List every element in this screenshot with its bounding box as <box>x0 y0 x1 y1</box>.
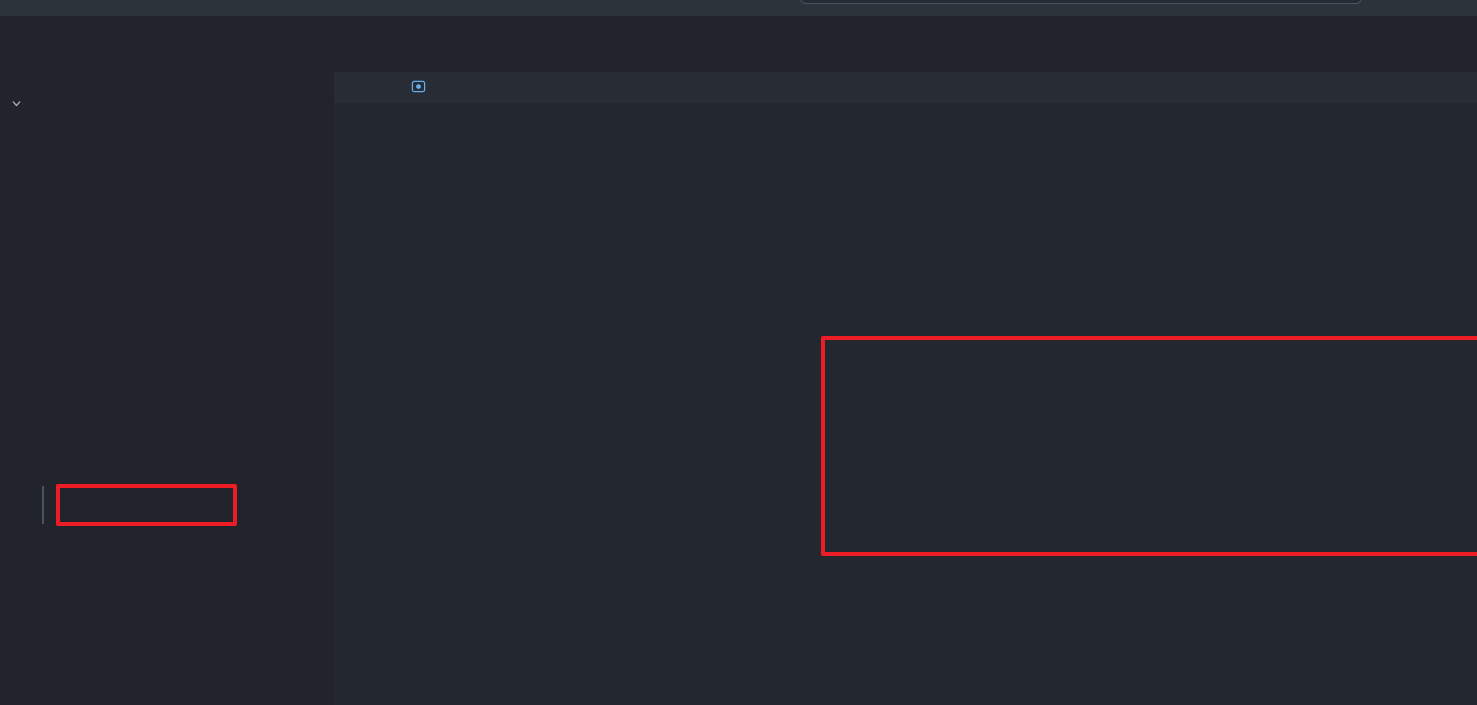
explorer-header <box>0 16 334 68</box>
title-bar <box>0 0 1477 16</box>
vscode-window <box>0 0 1477 705</box>
editor-area <box>334 16 1477 705</box>
explorer-root-folder[interactable] <box>0 88 334 118</box>
breadcrumb <box>334 72 1477 103</box>
menu-bar[interactable] <box>6 0 214 2</box>
active-file-indicator <box>42 486 44 524</box>
explorer-sidebar <box>0 16 334 705</box>
editor-tab-bar <box>334 16 1477 72</box>
sidebar-index-js-highlight-annotation <box>56 484 237 526</box>
code-editor[interactable] <box>334 103 1477 705</box>
command-center-search[interactable] <box>800 0 1362 4</box>
code-content[interactable] <box>334 103 1477 705</box>
chevron-down-icon <box>8 95 24 111</box>
symbol-variable-icon <box>411 79 426 97</box>
